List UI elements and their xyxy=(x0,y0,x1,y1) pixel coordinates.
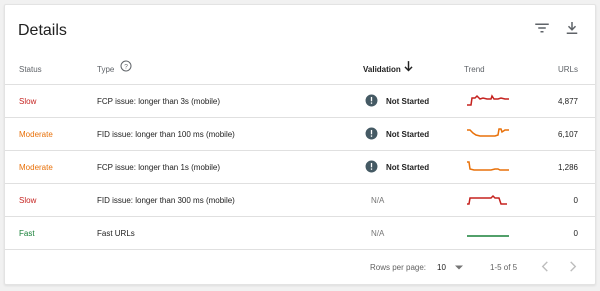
column-status[interactable]: Status xyxy=(19,65,42,74)
chevron-right-icon[interactable] xyxy=(569,261,577,272)
page-range: 1-5 of 5 xyxy=(490,263,518,272)
column-urls[interactable]: URLs xyxy=(558,65,578,74)
validation-status: N/A xyxy=(371,229,385,238)
status-label: Moderate xyxy=(19,130,53,139)
help-icon[interactable]: ? xyxy=(120,60,132,72)
sort-arrow-down-icon[interactable] xyxy=(404,61,413,72)
validation-status: Not Started xyxy=(386,97,430,106)
details-card: Details Status Type ? Validation Trend U… xyxy=(4,4,596,285)
issue-type: FCP issue: longer than 3s (mobile) xyxy=(97,97,221,106)
url-count: 0 xyxy=(573,196,578,205)
caret-down-icon[interactable] xyxy=(455,265,463,270)
trend-sparkline xyxy=(467,161,509,171)
exclamation-circle-icon xyxy=(365,94,378,107)
table-row[interactable]: Moderate FID issue: longer than 100 ms (… xyxy=(5,118,595,151)
issue-type: Fast URLs xyxy=(97,229,135,238)
validation-status: N/A xyxy=(371,196,385,205)
card-title: Details xyxy=(18,22,67,39)
rows-per-page-select[interactable]: 10 xyxy=(437,263,446,272)
status-label: Moderate xyxy=(19,163,53,172)
url-count: 1,286 xyxy=(557,163,578,172)
exclamation-circle-icon xyxy=(365,127,378,140)
trend-sparkline xyxy=(467,94,509,106)
exclamation-circle-icon xyxy=(365,160,378,173)
rows-per-page-label: Rows per page: xyxy=(370,263,427,272)
issue-type: FCP issue: longer than 1s (mobile) xyxy=(97,163,221,172)
status-label: Fast xyxy=(19,229,35,238)
issue-type: FID issue: longer than 100 ms (mobile) xyxy=(97,130,235,139)
trend-sparkline xyxy=(467,194,507,205)
status-label: Slow xyxy=(19,196,37,205)
issue-type: FID issue: longer than 300 ms (mobile) xyxy=(97,196,235,205)
table-header: Status Type ? Validation Trend URLs xyxy=(5,56,595,85)
validation-status: Not Started xyxy=(386,130,430,139)
column-type[interactable]: Type xyxy=(97,65,114,74)
column-validation[interactable]: Validation xyxy=(363,65,401,74)
table-row[interactable]: Slow FID issue: longer than 300 ms (mobi… xyxy=(5,184,595,217)
trend-sparkline xyxy=(467,128,509,137)
pagination: Rows per page: 10 1-5 of 5 xyxy=(5,249,595,284)
svg-text:?: ? xyxy=(124,64,128,71)
download-icon[interactable] xyxy=(563,19,581,37)
trend-sparkline xyxy=(467,235,509,237)
url-count: 0 xyxy=(573,229,578,238)
table-row[interactable]: Fast Fast URLs N/A 0 xyxy=(5,217,595,250)
chevron-left-icon[interactable] xyxy=(541,261,549,272)
url-count: 4,877 xyxy=(557,97,578,106)
validation-status: Not Started xyxy=(386,163,430,172)
url-count: 6,107 xyxy=(557,130,578,139)
status-label: Slow xyxy=(19,97,37,106)
filter-icon[interactable] xyxy=(533,19,551,37)
column-trend: Trend xyxy=(464,65,485,74)
table-row[interactable]: Moderate FCP issue: longer than 1s (mobi… xyxy=(5,151,595,184)
table-row[interactable]: Slow FCP issue: longer than 3s (mobile) … xyxy=(5,85,595,118)
